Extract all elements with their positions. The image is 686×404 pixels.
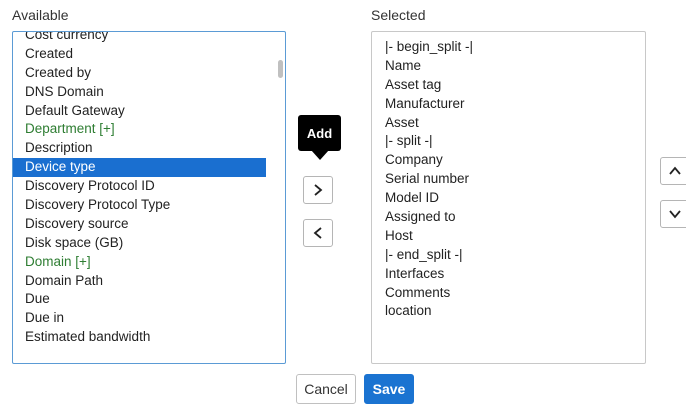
available-option[interactable]: Discovery Protocol Type: [13, 196, 285, 215]
selected-option[interactable]: Asset: [372, 114, 645, 133]
selected-option[interactable]: Host: [372, 227, 645, 246]
available-option[interactable]: Disk space (GB): [13, 234, 285, 253]
selected-option[interactable]: Name: [372, 57, 645, 76]
selected-option[interactable]: Serial number: [372, 170, 645, 189]
add-tooltip: Add: [298, 115, 341, 151]
available-option[interactable]: Domain Path: [13, 272, 285, 291]
chevron-right-icon: [314, 184, 323, 196]
available-option[interactable]: Description: [13, 139, 285, 158]
available-option[interactable]: Cost currency: [13, 32, 285, 45]
selected-option[interactable]: Company: [372, 151, 645, 170]
selected-option[interactable]: Comments: [372, 284, 645, 303]
selected-option[interactable]: Model ID: [372, 189, 645, 208]
selected-option[interactable]: Manufacturer: [372, 95, 645, 114]
chevron-left-icon: [313, 227, 322, 239]
move-up-button[interactable]: [660, 157, 686, 185]
available-option[interactable]: Due: [13, 290, 285, 309]
available-option[interactable]: Default Gateway: [13, 102, 285, 121]
remove-button[interactable]: [303, 219, 333, 247]
available-option[interactable]: Estimated bandwidth: [13, 328, 285, 347]
available-option[interactable]: Domain [+]: [13, 253, 285, 272]
selected-option[interactable]: |- begin_split -|: [372, 38, 645, 57]
selected-listbox[interactable]: |- begin_split -| Name Asset tag Manufactur…: [371, 31, 646, 364]
available-option[interactable]: Device type: [13, 158, 266, 178]
available-option[interactable]: Created: [13, 45, 285, 64]
selected-option[interactable]: Assigned to: [372, 208, 645, 227]
selected-option[interactable]: |- end_split -|: [372, 246, 645, 265]
available-listbox[interactable]: Cost currency Created Created by DNS Domain…: [12, 31, 286, 364]
available-option[interactable]: Discovery Protocol ID: [13, 177, 285, 196]
available-option[interactable]: DNS Domain: [13, 83, 285, 102]
chevron-up-icon: [669, 166, 681, 175]
selected-list: |- begin_split -| Name Asset tag Manufactur…: [372, 38, 645, 321]
available-option[interactable]: Department [+]: [13, 120, 285, 139]
selected-option[interactable]: Asset tag: [372, 76, 645, 95]
available-option[interactable]: Due in: [13, 309, 285, 328]
available-scrollbar[interactable]: [278, 60, 283, 78]
available-option[interactable]: Created by: [13, 64, 285, 83]
selected-option[interactable]: location: [372, 302, 645, 321]
save-button[interactable]: Save: [364, 374, 414, 404]
chevron-down-icon: [669, 210, 681, 219]
add-button[interactable]: [303, 176, 333, 204]
available-option[interactable]: Discovery source: [13, 215, 285, 234]
available-label: Available: [12, 7, 69, 23]
available-list: Cost currency Created Created by DNS Domain…: [13, 32, 285, 347]
selected-option[interactable]: |- split -|: [372, 132, 645, 151]
tooltip-arrow: [311, 150, 329, 160]
move-down-button[interactable]: [660, 200, 686, 228]
selected-option[interactable]: Interfaces: [372, 265, 645, 284]
selected-label: Selected: [371, 7, 426, 23]
cancel-button[interactable]: Cancel: [296, 374, 356, 404]
